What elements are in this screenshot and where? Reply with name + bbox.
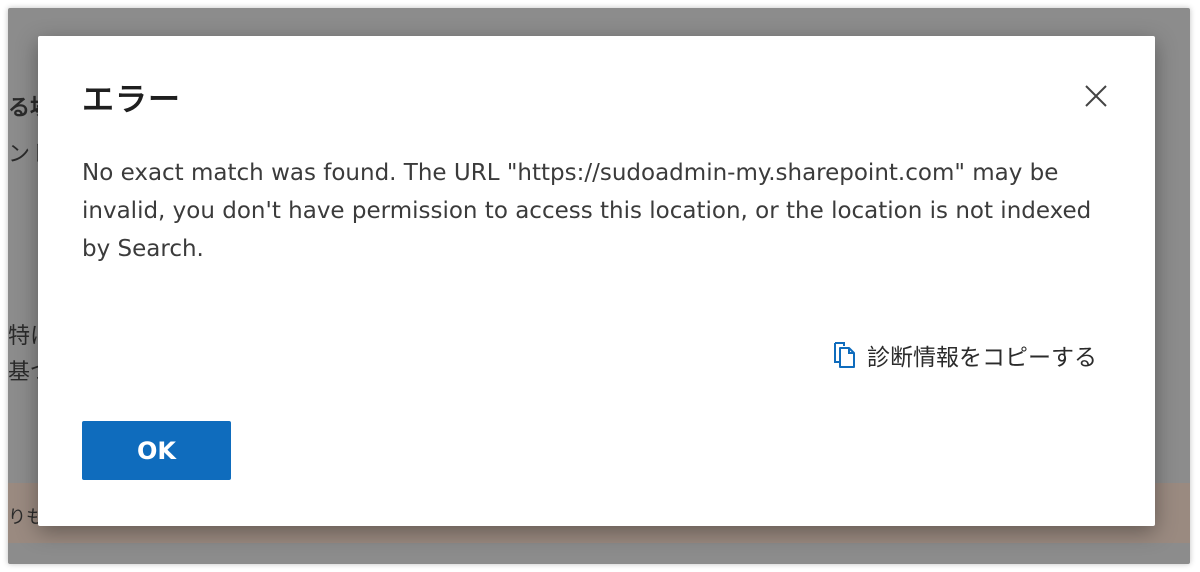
copy-diagnostics-label: 診断情報をコピーする [867,345,1097,371]
ok-button[interactable]: OK [82,421,231,480]
copy-diagnostics-link[interactable]: 診断情報をコピーする [831,338,1097,372]
dialog-title: エラー [82,80,182,118]
error-dialog: エラー No exact match was found. The URL "h… [38,36,1155,526]
error-message: No exact match was found. The URL "https… [82,160,1092,262]
copy-icon [834,342,855,368]
close-icon [1085,85,1107,107]
close-button[interactable] [1076,76,1116,116]
